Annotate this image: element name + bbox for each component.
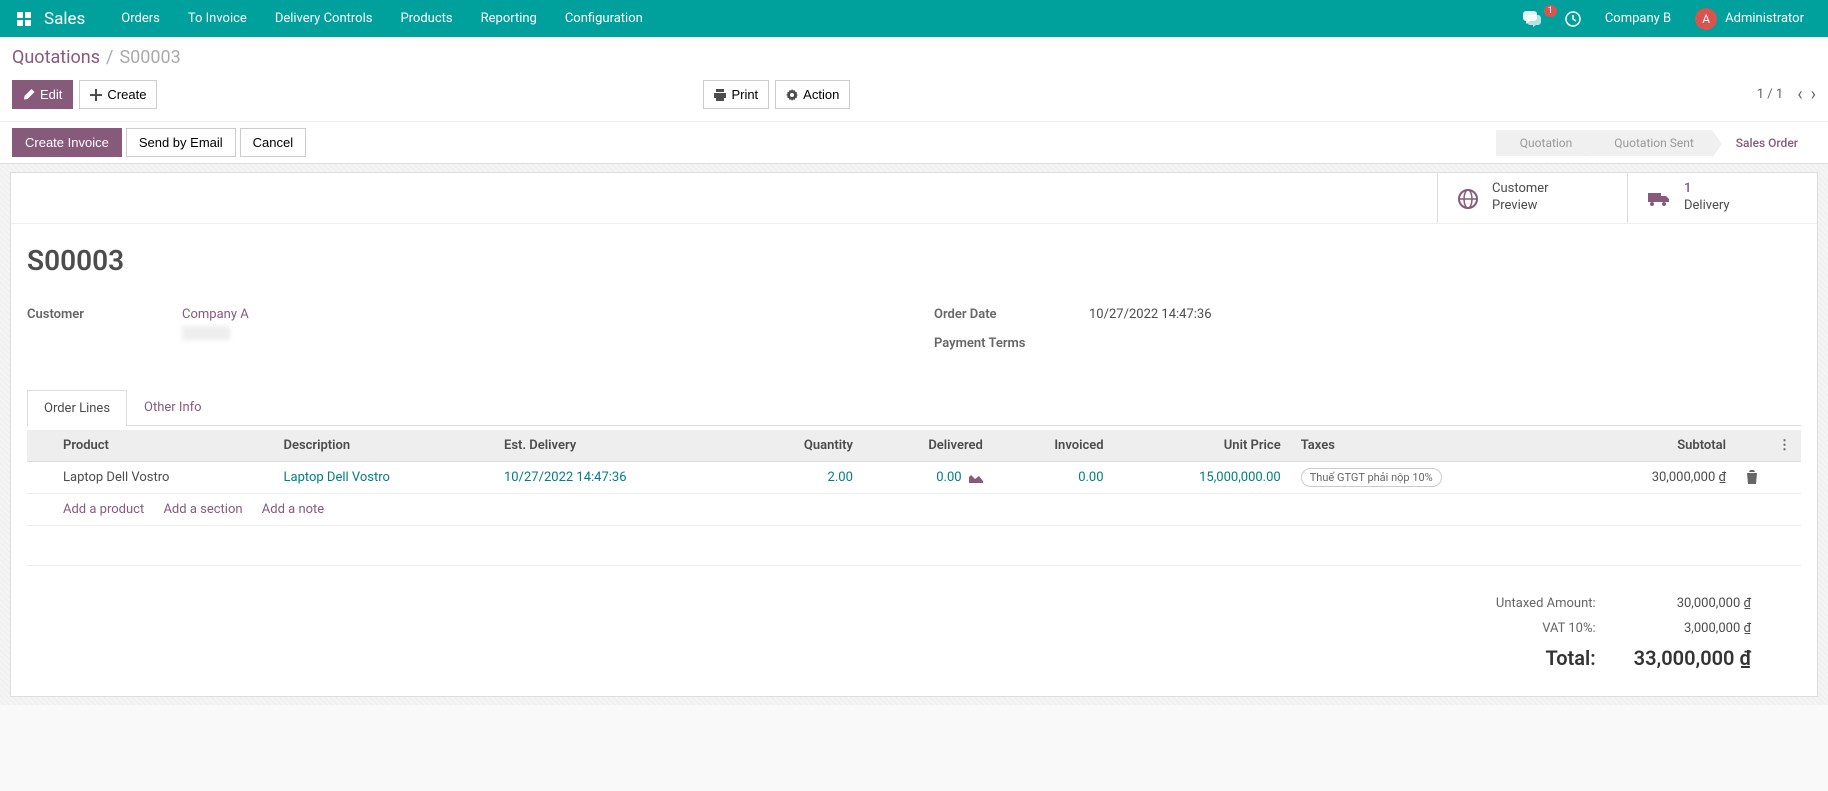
edit-button[interactable]: Edit [12, 80, 73, 109]
action-toolbar: Edit Create Print Action 1 / 1 ‹ › [0, 72, 1828, 121]
messaging-badge: 1 [1544, 5, 1557, 17]
tabs: Order Lines Other Info [27, 389, 1801, 426]
order-date-value: 10/27/2022 14:47:36 [1089, 307, 1212, 322]
content-area: Customer Preview 1 Delivery S00003 C [0, 164, 1828, 705]
plus-icon [90, 89, 102, 101]
top-navbar: Sales Orders To Invoice Delivery Control… [0, 0, 1828, 37]
globe-icon [1458, 187, 1478, 208]
col-est-delivery: Est. Delivery [494, 430, 743, 462]
delete-row-icon[interactable] [1736, 461, 1768, 493]
nav-orders[interactable]: Orders [107, 11, 174, 26]
gear-icon [786, 89, 798, 101]
nav-reporting[interactable]: Reporting [467, 11, 551, 26]
breadcrumb-root[interactable]: Quotations [12, 47, 100, 68]
untaxed-value: 30,000,000 ₫ [1616, 592, 1769, 615]
pager-next[interactable]: › [1811, 84, 1816, 105]
cell-description[interactable]: Laptop Dell Vostro [274, 461, 495, 493]
app-brand[interactable]: Sales [44, 9, 85, 29]
table-row[interactable]: Laptop Dell Vostro Laptop Dell Vostro 10… [27, 461, 1801, 493]
col-quantity: Quantity [743, 430, 863, 462]
cell-invoiced[interactable]: 0.00 [993, 461, 1114, 493]
truck-icon [1648, 187, 1670, 208]
cell-taxes[interactable]: Thuế GTGT phải nộp 10% [1291, 461, 1572, 493]
customer-label: Customer [27, 307, 182, 340]
activity-icon[interactable] [1553, 11, 1593, 27]
vat-value: 3,000,000 ₫ [1616, 617, 1769, 640]
cell-est-delivery[interactable]: 10/27/2022 14:47:36 [494, 461, 743, 493]
cell-subtotal: 30,000,000 ₫ [1571, 461, 1736, 493]
stat-buttons: Customer Preview 1 Delivery [11, 173, 1817, 224]
total-value: 33,000,000 ₫ [1616, 642, 1769, 674]
send-by-email-button[interactable]: Send by Email [126, 128, 236, 157]
customer-value[interactable]: Company A [182, 307, 249, 340]
status-toolbar: Create Invoice Send by Email Cancel Quot… [0, 121, 1828, 164]
tab-other-info[interactable]: Other Info [127, 389, 219, 425]
cell-delivered[interactable]: 0.00 [863, 461, 993, 493]
user-menu[interactable]: A Administrator [1683, 8, 1816, 30]
create-button[interactable]: Create [79, 80, 157, 109]
columns-menu-icon[interactable]: ⋮ [1768, 430, 1801, 462]
cell-unit-price[interactable]: 15,000,000.00 [1114, 461, 1291, 493]
chart-icon[interactable] [969, 471, 983, 483]
pager-prev[interactable]: ‹ [1797, 84, 1802, 105]
cell-quantity[interactable]: 2.00 [743, 461, 863, 493]
col-delivered: Delivered [863, 430, 993, 462]
add-section-link[interactable]: Add a section [163, 502, 242, 517]
messaging-icon[interactable]: 1 [1511, 11, 1553, 27]
order-date-label: Order Date [934, 307, 1089, 322]
nav-delivery-controls[interactable]: Delivery Controls [261, 11, 387, 26]
vat-label: VAT 10%: [1478, 617, 1614, 640]
total-label: Total: [1478, 642, 1614, 674]
col-taxes: Taxes [1291, 430, 1572, 462]
form-sheet: Customer Preview 1 Delivery S00003 C [10, 172, 1818, 697]
action-dropdown[interactable]: Action [775, 80, 850, 109]
pencil-icon [23, 89, 35, 101]
cell-product[interactable]: Laptop Dell Vostro [53, 461, 274, 493]
nav-products[interactable]: Products [386, 11, 466, 26]
create-invoice-button[interactable]: Create Invoice [12, 128, 122, 157]
breadcrumb-sep: / [106, 47, 113, 68]
apps-icon[interactable] [12, 7, 36, 31]
add-note-link[interactable]: Add a note [262, 502, 324, 517]
avatar: A [1695, 8, 1717, 30]
breadcrumb-current: S00003 [119, 47, 180, 68]
print-icon [714, 89, 726, 101]
record-title: S00003 [27, 244, 1801, 277]
stat-customer-preview[interactable]: Customer Preview [1437, 173, 1627, 223]
untaxed-label: Untaxed Amount: [1478, 592, 1614, 615]
breadcrumb: Quotations / S00003 [0, 37, 1828, 72]
customer-address-blur [182, 326, 230, 340]
company-switcher[interactable]: Company B [1593, 11, 1683, 26]
pager-text[interactable]: 1 / 1 [1757, 87, 1783, 102]
col-invoiced: Invoiced [993, 430, 1114, 462]
tab-order-lines[interactable]: Order Lines [27, 390, 127, 426]
nav-to-invoice[interactable]: To Invoice [174, 11, 261, 26]
status-step-quotation[interactable]: Quotation [1496, 130, 1590, 156]
cancel-button[interactable]: Cancel [240, 128, 306, 157]
col-description: Description [274, 430, 495, 462]
status-step-quotation-sent[interactable]: Quotation Sent [1590, 130, 1712, 156]
totals: Untaxed Amount: 30,000,000 ₫ VAT 10%: 3,… [27, 590, 1801, 676]
order-lines-table: Product Description Est. Delivery Quanti… [27, 430, 1801, 566]
payment-terms-label: Payment Terms [934, 336, 1089, 351]
col-unit-price: Unit Price [1114, 430, 1291, 462]
nav-configuration[interactable]: Configuration [551, 11, 657, 26]
col-product: Product [53, 430, 274, 462]
drag-handle-icon[interactable] [27, 461, 53, 493]
stat-delivery[interactable]: 1 Delivery [1627, 173, 1817, 223]
status-bar: Quotation Quotation Sent Sales Order [1496, 130, 1816, 156]
add-product-link[interactable]: Add a product [63, 502, 144, 517]
status-step-sales-order[interactable]: Sales Order [1712, 130, 1816, 156]
print-button[interactable]: Print [703, 80, 769, 109]
col-subtotal: Subtotal [1571, 430, 1736, 462]
